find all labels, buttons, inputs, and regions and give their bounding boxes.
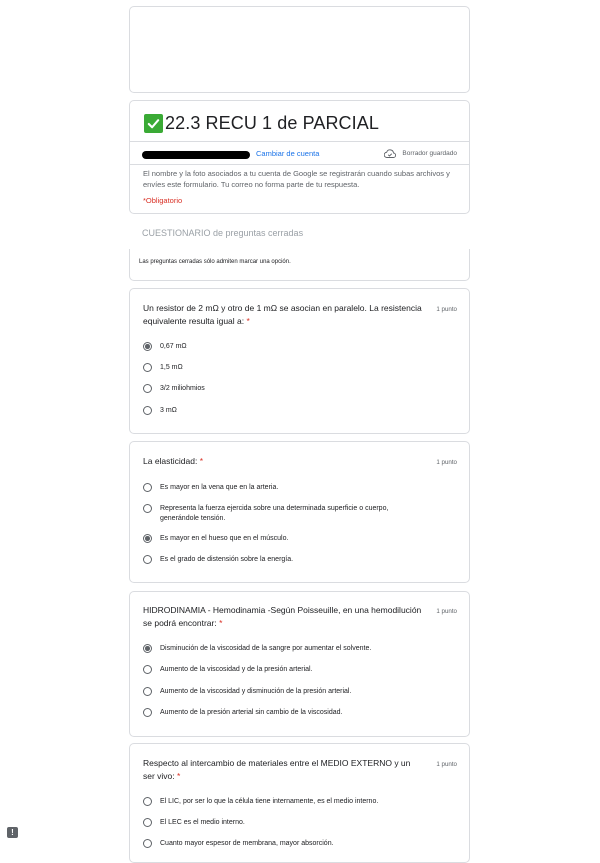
question-title: La elasticidad: * — [143, 455, 423, 468]
radio-button[interactable] — [143, 687, 152, 696]
option-label: Aumento de la presión arterial sin cambi… — [160, 709, 343, 716]
radio-button[interactable] — [143, 797, 152, 806]
radio-button[interactable] — [143, 384, 152, 393]
option-label: Representa la fuerza ejercida sobre una … — [160, 505, 389, 522]
radio-option[interactable]: Es el grado de distensión sobre la energ… — [143, 555, 410, 565]
radio-button[interactable] — [143, 839, 152, 848]
section-description: Las preguntas cerradas sólo admiten marc… — [139, 259, 291, 265]
question-card: La elasticidad: * 1 punto Es mayor en la… — [129, 441, 470, 583]
radio-button[interactable] — [143, 406, 152, 415]
option-label: Aumento de la viscosidad y de la presión… — [160, 666, 313, 673]
form-title: 22.3 RECU 1 de PARCIAL — [165, 113, 379, 133]
account-row: Cambiar de cuenta Borrador guardado — [142, 149, 457, 163]
draft-status: Borrador guardado — [384, 149, 457, 158]
question-card: HIDRODINAMIA - Hemodinamia -Según Poisse… — [129, 591, 470, 737]
option-label: 1,5 mΩ — [160, 364, 183, 371]
question-card: Respecto al intercambio de materiales en… — [129, 743, 470, 863]
feedback-icon[interactable]: ! — [7, 827, 18, 838]
radio-option[interactable]: 3/2 miliohmios — [143, 384, 410, 394]
check-mark-icon — [144, 114, 163, 133]
option-label: Es el grado de distensión sobre la energ… — [160, 556, 294, 563]
radio-button[interactable] — [143, 504, 152, 513]
radio-button[interactable] — [143, 483, 152, 492]
question-text: La elasticidad: — [143, 456, 198, 466]
radio-button[interactable] — [143, 342, 152, 351]
redacted-email — [142, 151, 250, 159]
radio-button[interactable] — [143, 534, 152, 543]
option-label: El LEC es el medio interno. — [160, 819, 245, 826]
radio-option[interactable]: Aumento de la viscosidad y disminución d… — [143, 687, 410, 697]
question-title: Respecto al intercambio de materiales en… — [143, 757, 423, 783]
draft-status-label: Borrador guardado — [402, 150, 457, 157]
question-text: Respecto al intercambio de materiales en… — [143, 758, 411, 781]
section-title: CUESTIONARIO de preguntas cerradas — [142, 228, 304, 238]
radio-button[interactable] — [143, 555, 152, 564]
question-points: 1 punto — [436, 459, 457, 466]
option-label: Disminución de la viscosidad de la sangr… — [160, 645, 372, 652]
radio-option[interactable]: El LEC es el medio interno. — [143, 818, 410, 828]
option-label: Es mayor en la vena que en la arteria. — [160, 484, 279, 491]
section-description-card: Las preguntas cerradas sólo admiten marc… — [129, 249, 470, 281]
question-card: Un resistor de 2 mΩ y otro de 1 mΩ se as… — [129, 288, 470, 434]
radio-option[interactable]: Disminución de la viscosidad de la sangr… — [143, 644, 410, 654]
radio-option[interactable]: El LIC, por ser lo que la célula tiene i… — [143, 797, 410, 807]
radio-option[interactable]: Representa la fuerza ejercida sobre una … — [143, 504, 410, 524]
option-label: Aumento de la viscosidad y disminución d… — [160, 688, 352, 695]
radio-option[interactable]: 3 mΩ — [143, 406, 410, 416]
question-text: Un resistor de 2 mΩ y otro de 1 mΩ se as… — [143, 303, 422, 326]
question-title: Un resistor de 2 mΩ y otro de 1 mΩ se as… — [143, 302, 423, 328]
option-label: 3/2 miliohmios — [160, 385, 205, 392]
question-points: 1 punto — [436, 306, 457, 313]
radio-option[interactable]: 0,67 mΩ — [143, 342, 410, 352]
question-points: 1 punto — [436, 761, 457, 768]
option-label: 3 mΩ — [160, 407, 177, 414]
required-note: *Obligatorio — [143, 196, 183, 205]
required-asterisk: * — [177, 771, 181, 781]
form-header-card: 22.3 RECU 1 de PARCIAL Cambiar de cuenta… — [129, 100, 470, 214]
radio-button[interactable] — [143, 644, 152, 653]
header-banner — [129, 6, 470, 93]
title-row: 22.3 RECU 1 de PARCIAL — [144, 113, 379, 134]
radio-option[interactable]: Es mayor en el hueso que en el músculo. — [143, 534, 410, 544]
cloud-check-icon — [384, 149, 397, 158]
required-asterisk: * — [246, 316, 250, 326]
option-label: El LIC, por ser lo que la célula tiene i… — [160, 798, 379, 805]
required-asterisk: * — [219, 618, 223, 628]
option-label: 0,67 mΩ — [160, 343, 187, 350]
account-notice: El nombre y la foto asociados a tu cuent… — [143, 169, 450, 189]
radio-button[interactable] — [143, 818, 152, 827]
switch-account-link[interactable]: Cambiar de cuenta — [256, 149, 319, 158]
divider — [130, 141, 469, 142]
radio-option[interactable]: Aumento de la viscosidad y de la presión… — [143, 665, 410, 675]
radio-button[interactable] — [143, 363, 152, 372]
radio-button[interactable] — [143, 665, 152, 674]
question-text: HIDRODINAMIA - Hemodinamia -Según Poisse… — [143, 605, 422, 628]
radio-option[interactable]: Aumento de la presión arterial sin cambi… — [143, 708, 410, 718]
required-asterisk: * — [199, 456, 204, 466]
radio-button[interactable] — [143, 708, 152, 717]
question-title: HIDRODINAMIA - Hemodinamia -Según Poisse… — [143, 604, 423, 630]
radio-option[interactable]: 1,5 mΩ — [143, 363, 410, 373]
question-points: 1 punto — [436, 608, 457, 615]
radio-option[interactable]: Es mayor en la vena que en la arteria. — [143, 483, 410, 493]
divider — [130, 164, 469, 165]
option-label: Es mayor en el hueso que en el músculo. — [160, 535, 289, 542]
